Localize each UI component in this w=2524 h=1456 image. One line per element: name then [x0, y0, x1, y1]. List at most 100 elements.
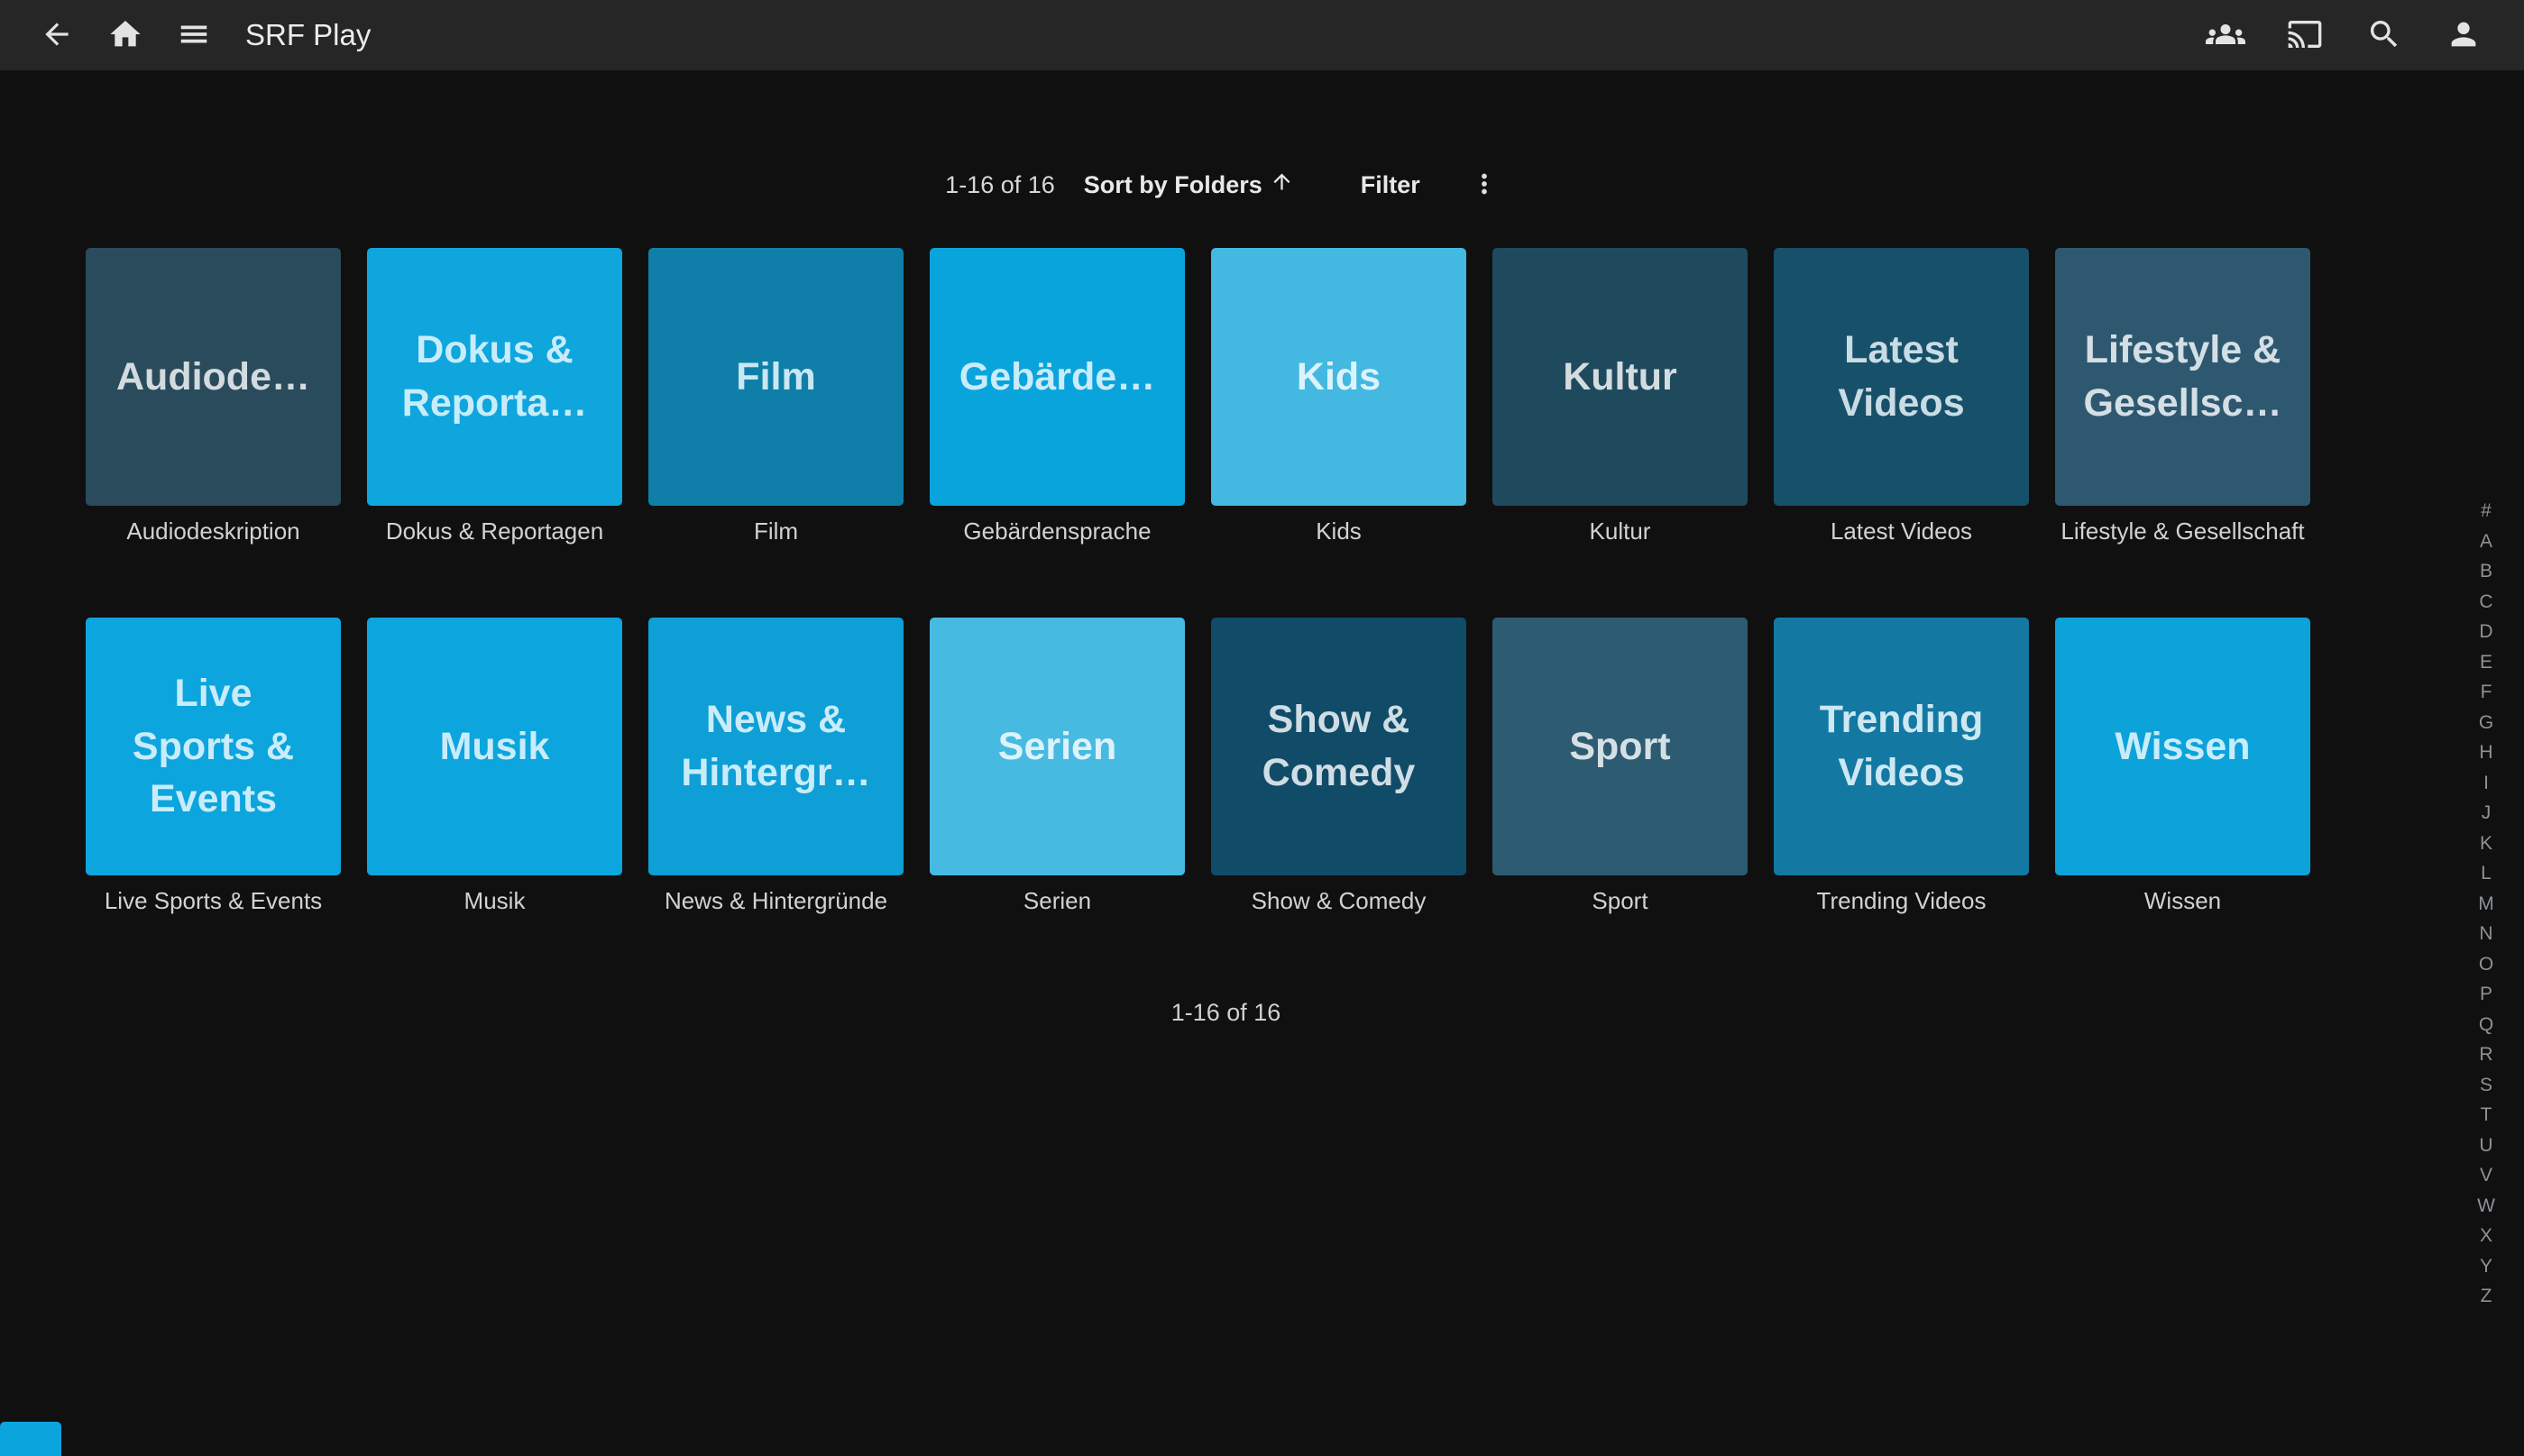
- header-left-group: SRF Play: [0, 5, 371, 65]
- folder-tile[interactable]: Audiode…: [86, 248, 341, 506]
- alphabet-letter[interactable]: R: [2479, 1039, 2492, 1070]
- syncplay-button[interactable]: [2196, 5, 2255, 65]
- folder-tile[interactable]: Musik: [367, 618, 622, 875]
- back-arrow-icon: [40, 17, 74, 54]
- item-count-top: 1-16 of 16: [945, 171, 1055, 199]
- cast-button[interactable]: [2275, 5, 2335, 65]
- library-folder-card[interactable]: Trending Videos Trending Videos: [1774, 618, 2029, 915]
- alphabet-letter[interactable]: K: [2480, 829, 2492, 859]
- alphabet-letter[interactable]: Q: [2479, 1010, 2493, 1040]
- alphabet-letter[interactable]: J: [2482, 798, 2492, 829]
- alphabet-letter[interactable]: F: [2481, 677, 2492, 708]
- folder-tile[interactable]: Lifestyle & Gesellsc…: [2055, 248, 2310, 506]
- library-grid: Audiode… Audiodeskription Dokus & Report…: [86, 248, 2310, 915]
- folder-tile[interactable]: Latest Videos: [1774, 248, 2029, 506]
- alphabet-picker: #ABCDEFGHIJKLMNOPQRSTUVWXYZ: [2468, 496, 2504, 1312]
- library-folder-card[interactable]: Kids Kids: [1211, 248, 1466, 545]
- library-folder-card[interactable]: Live Sports & Events Live Sports & Event…: [86, 618, 341, 915]
- alphabet-letter[interactable]: E: [2480, 647, 2492, 678]
- sort-arrow-up-icon: [1270, 169, 1294, 200]
- folder-tile[interactable]: Kultur: [1492, 248, 1748, 506]
- sort-button-label: Sort by Folders: [1084, 171, 1262, 199]
- alphabet-letter[interactable]: #: [2481, 496, 2492, 527]
- folder-tile-label: Film: [648, 517, 904, 545]
- alphabet-letter[interactable]: M: [2478, 889, 2494, 920]
- alphabet-letter[interactable]: V: [2480, 1160, 2492, 1191]
- alphabet-letter[interactable]: X: [2480, 1221, 2492, 1251]
- vertical-dots-icon: [1469, 169, 1500, 202]
- folder-tile-label: Live Sports & Events: [86, 887, 341, 915]
- folder-tile-label: Trending Videos: [1774, 887, 2029, 915]
- alphabet-letter[interactable]: A: [2480, 527, 2492, 557]
- folder-tile-label: Show & Comedy: [1211, 887, 1466, 915]
- folder-tile-label: Dokus & Reportagen: [367, 517, 622, 545]
- library-folder-card[interactable]: Show & Comedy Show & Comedy: [1211, 618, 1466, 915]
- list-controls-bar: 1-16 of 16 Sort by Folders Filter: [0, 162, 2452, 207]
- filter-button[interactable]: Filter: [1355, 170, 1426, 200]
- alphabet-letter[interactable]: P: [2480, 979, 2492, 1010]
- home-button[interactable]: [96, 5, 155, 65]
- library-folder-card[interactable]: Dokus & Reporta… Dokus & Reportagen: [367, 248, 622, 545]
- folder-tile[interactable]: Serien: [930, 618, 1185, 875]
- folder-tile[interactable]: Dokus & Reporta…: [367, 248, 622, 506]
- alphabet-letter[interactable]: G: [2479, 708, 2493, 738]
- library-folder-card[interactable]: Serien Serien: [930, 618, 1185, 915]
- alphabet-letter[interactable]: I: [2483, 768, 2489, 799]
- groups-people-icon: [2206, 14, 2245, 57]
- library-folder-card[interactable]: Kultur Kultur: [1492, 248, 1748, 545]
- folder-tile-label: Audiodeskription: [86, 517, 341, 545]
- folder-tile-label: Lifestyle & Gesellschaft: [2055, 517, 2310, 545]
- folder-tile[interactable]: Show & Comedy: [1211, 618, 1466, 875]
- alphabet-letter[interactable]: T: [2481, 1100, 2492, 1131]
- alphabet-letter[interactable]: W: [2477, 1191, 2495, 1222]
- alphabet-letter[interactable]: N: [2479, 919, 2492, 949]
- library-folder-card[interactable]: Lifestyle & Gesellsc… Lifestyle & Gesell…: [2055, 248, 2310, 545]
- library-folder-card[interactable]: Musik Musik: [367, 618, 622, 915]
- folder-tile[interactable]: Wissen: [2055, 618, 2310, 875]
- folder-tile-label: Wissen: [2055, 887, 2310, 915]
- user-profile-button[interactable]: [2434, 5, 2493, 65]
- cast-icon: [2287, 16, 2323, 55]
- folder-tile[interactable]: Sport: [1492, 618, 1748, 875]
- folder-tile-label: Latest Videos: [1774, 517, 2029, 545]
- alphabet-letter[interactable]: C: [2479, 587, 2492, 618]
- folder-tile[interactable]: Live Sports & Events: [86, 618, 341, 875]
- item-count-bottom: 1-16 of 16: [0, 999, 2452, 1027]
- alphabet-letter[interactable]: S: [2480, 1070, 2492, 1101]
- library-folder-card[interactable]: Audiode… Audiodeskription: [86, 248, 341, 545]
- library-folder-card[interactable]: Latest Videos Latest Videos: [1774, 248, 2029, 545]
- alphabet-letter[interactable]: D: [2479, 617, 2492, 647]
- folder-tile-label: Sport: [1492, 887, 1748, 915]
- library-folder-card[interactable]: Film Film: [648, 248, 904, 545]
- library-folder-card[interactable]: Wissen Wissen: [2055, 618, 2310, 915]
- home-icon: [107, 16, 143, 55]
- sort-button[interactable]: Sort by Folders: [1078, 169, 1299, 201]
- folder-tile-label: Kids: [1211, 517, 1466, 545]
- alphabet-letter[interactable]: B: [2480, 556, 2492, 587]
- alphabet-letter[interactable]: O: [2479, 949, 2493, 980]
- search-button[interactable]: [2354, 5, 2414, 65]
- back-button[interactable]: [27, 5, 87, 65]
- library-folder-card[interactable]: News & Hintergr… News & Hintergründe: [648, 618, 904, 915]
- alphabet-letter[interactable]: L: [2481, 858, 2492, 889]
- alphabet-letter[interactable]: Y: [2480, 1251, 2492, 1282]
- folder-tile[interactable]: Kids: [1211, 248, 1466, 506]
- alphabet-letter[interactable]: H: [2479, 737, 2492, 768]
- folder-tile[interactable]: Trending Videos: [1774, 618, 2029, 875]
- search-icon: [2366, 16, 2402, 55]
- folder-tile[interactable]: Gebärde…: [930, 248, 1185, 506]
- folder-tile[interactable]: News & Hintergr…: [648, 618, 904, 875]
- library-folder-card[interactable]: Sport Sport: [1492, 618, 1748, 915]
- library-folder-card[interactable]: Gebärde… Gebärdensprache: [930, 248, 1185, 545]
- folder-tile-label: Musik: [367, 887, 622, 915]
- folder-tile-label: Kultur: [1492, 517, 1748, 545]
- menu-button[interactable]: [164, 5, 224, 65]
- alphabet-letter[interactable]: Z: [2481, 1281, 2492, 1312]
- folder-tile[interactable]: Film: [648, 248, 904, 506]
- hamburger-menu-icon: [177, 17, 211, 54]
- alphabet-letter[interactable]: U: [2479, 1131, 2492, 1161]
- folder-tile-label: Gebärdensprache: [930, 517, 1185, 545]
- folder-tile-label: News & Hintergründe: [648, 887, 904, 915]
- more-options-button[interactable]: [1462, 162, 1507, 207]
- folder-tile-label: Serien: [930, 887, 1185, 915]
